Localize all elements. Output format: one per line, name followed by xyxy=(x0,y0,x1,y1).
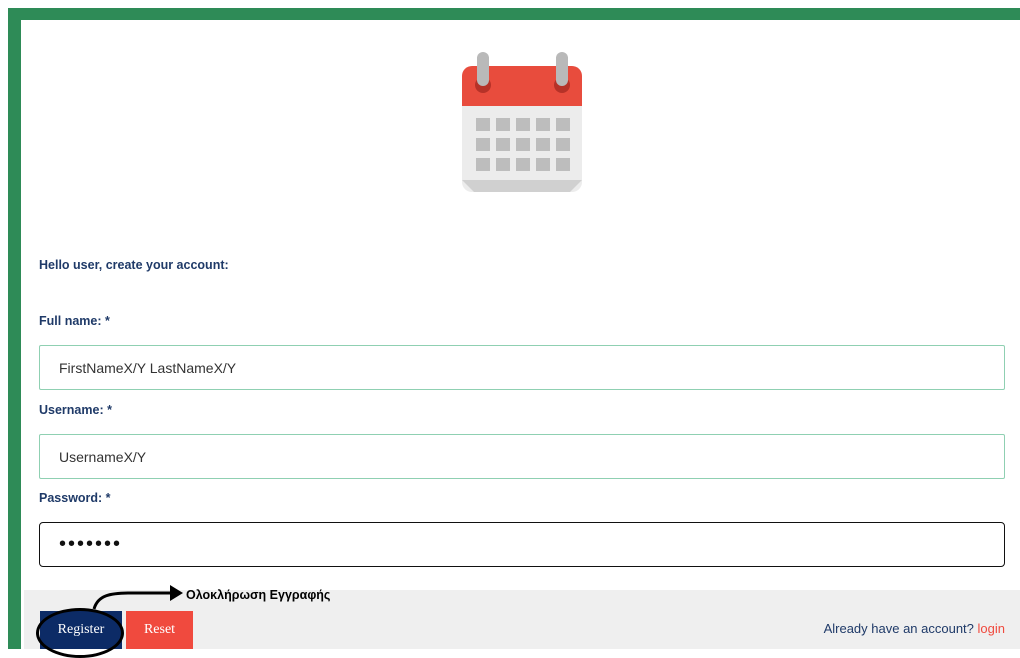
calendar-icon xyxy=(462,52,582,192)
full-name-label: Full name: * xyxy=(39,314,110,328)
username-label: Username: * xyxy=(39,403,112,417)
username-input[interactable] xyxy=(39,434,1005,479)
login-prompt-text: Already have an account? xyxy=(823,621,974,636)
frame-top-border xyxy=(8,8,1020,20)
register-button[interactable]: Register xyxy=(40,611,122,649)
full-name-input[interactable] xyxy=(39,345,1005,390)
login-prompt-line: Already have an account? login xyxy=(824,621,1005,636)
password-label: Password: * xyxy=(39,491,111,505)
annotation-arrow-icon xyxy=(92,585,183,610)
login-link[interactable]: login xyxy=(978,621,1005,636)
reset-button[interactable]: Reset xyxy=(126,611,193,649)
password-input[interactable] xyxy=(39,522,1005,567)
form-greeting: Hello user, create your account: xyxy=(39,258,229,272)
frame-left-border xyxy=(8,8,21,649)
annotation-label: Ολοκλήρωση Εγγραφής xyxy=(186,588,331,602)
